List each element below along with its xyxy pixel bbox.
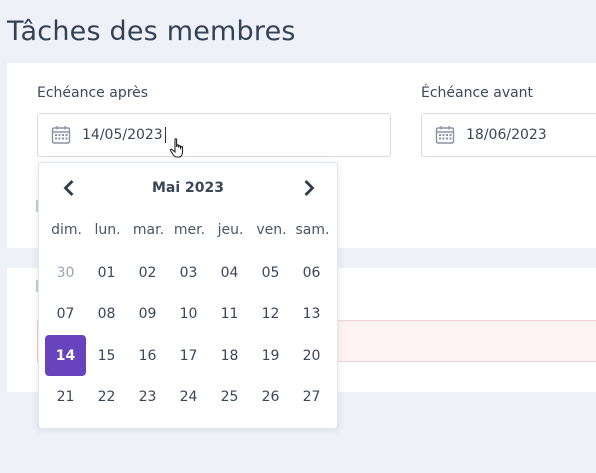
datepicker-day[interactable]: 11 xyxy=(209,294,250,335)
datepicker-day-selected[interactable]: 14 xyxy=(45,335,86,377)
due-after-input[interactable]: 14/05/2023 xyxy=(37,113,391,157)
datepicker-day[interactable]: 22 xyxy=(86,377,127,418)
datepicker-header: Mai 2023 xyxy=(39,163,337,215)
datepicker-day[interactable]: 27 xyxy=(291,377,332,418)
datepicker-day[interactable]: 24 xyxy=(168,377,209,418)
datepicker-day[interactable]: 30 xyxy=(45,252,86,293)
weekday-label: lun. xyxy=(94,222,121,238)
datepicker-popup: Mai 2023 dim. lun. mar. mer. jeu. ven. sam. 30… xyxy=(38,162,338,428)
datepicker-month-title: Mai 2023 xyxy=(151,180,225,196)
datepicker-day[interactable]: 03 xyxy=(168,252,209,293)
page-title: Tâches des membres xyxy=(7,16,296,47)
datepicker-day[interactable]: 07 xyxy=(45,294,86,335)
datepicker-day[interactable]: 13 xyxy=(291,294,332,335)
text-caret xyxy=(164,127,166,143)
due-after-value: 14/05/2023 xyxy=(82,127,163,143)
datepicker-day[interactable]: 05 xyxy=(250,252,291,293)
datepicker-weekdays: dim. lun. mar. mer. jeu. ven. sam. xyxy=(46,222,333,238)
weekday-label: ven. xyxy=(256,222,287,238)
datepicker-week-row: 30 01 02 03 04 05 06 xyxy=(45,252,332,294)
datepicker-day[interactable]: 17 xyxy=(168,335,209,376)
hand-pointer-icon xyxy=(169,138,184,158)
datepicker-day[interactable]: 08 xyxy=(86,294,127,335)
datepicker-day[interactable]: 15 xyxy=(86,335,127,376)
due-before-label: Échéance avant xyxy=(421,85,534,101)
datepicker-day[interactable]: 02 xyxy=(127,252,168,293)
due-before-value: 18/06/2023 xyxy=(466,127,547,143)
weekday-label: jeu. xyxy=(217,222,244,238)
weekday-label: mer. xyxy=(173,222,206,238)
datepicker-day[interactable]: 16 xyxy=(127,335,168,376)
weekday-label: mar. xyxy=(132,222,165,238)
weekday-label: sam. xyxy=(295,222,330,238)
datepicker-day[interactable]: 04 xyxy=(209,252,250,293)
datepicker-day[interactable]: 21 xyxy=(45,377,86,418)
due-after-label: Echéance après xyxy=(37,85,149,101)
datepicker-day[interactable]: 25 xyxy=(209,377,250,418)
chevron-right-icon[interactable] xyxy=(300,179,318,197)
datepicker-day[interactable]: 06 xyxy=(291,252,332,293)
datepicker-day[interactable]: 26 xyxy=(250,377,291,418)
datepicker-week-row: 14 15 16 17 18 19 20 xyxy=(45,335,332,377)
datepicker-week-row: 21 22 23 24 25 26 27 xyxy=(45,377,332,419)
datepicker-days: 30 01 02 03 04 05 06 07 08 09 10 11 12 13 14 15 16 17 18 19… xyxy=(45,252,332,418)
datepicker-day[interactable]: 10 xyxy=(168,294,209,335)
datepicker-day[interactable]: 01 xyxy=(86,252,127,293)
datepicker-day[interactable]: 12 xyxy=(250,294,291,335)
due-before-input[interactable]: 18/06/2023 xyxy=(421,113,596,157)
datepicker-day[interactable]: 20 xyxy=(291,335,332,376)
calendar-icon xyxy=(51,126,71,144)
weekday-label: dim. xyxy=(51,222,82,238)
datepicker-week-row: 07 08 09 10 11 12 13 xyxy=(45,294,332,336)
datepicker-day[interactable]: 19 xyxy=(250,335,291,376)
calendar-icon xyxy=(435,126,455,144)
datepicker-day[interactable]: 18 xyxy=(209,335,250,376)
datepicker-day[interactable]: 09 xyxy=(127,294,168,335)
datepicker-day[interactable]: 23 xyxy=(127,377,168,418)
